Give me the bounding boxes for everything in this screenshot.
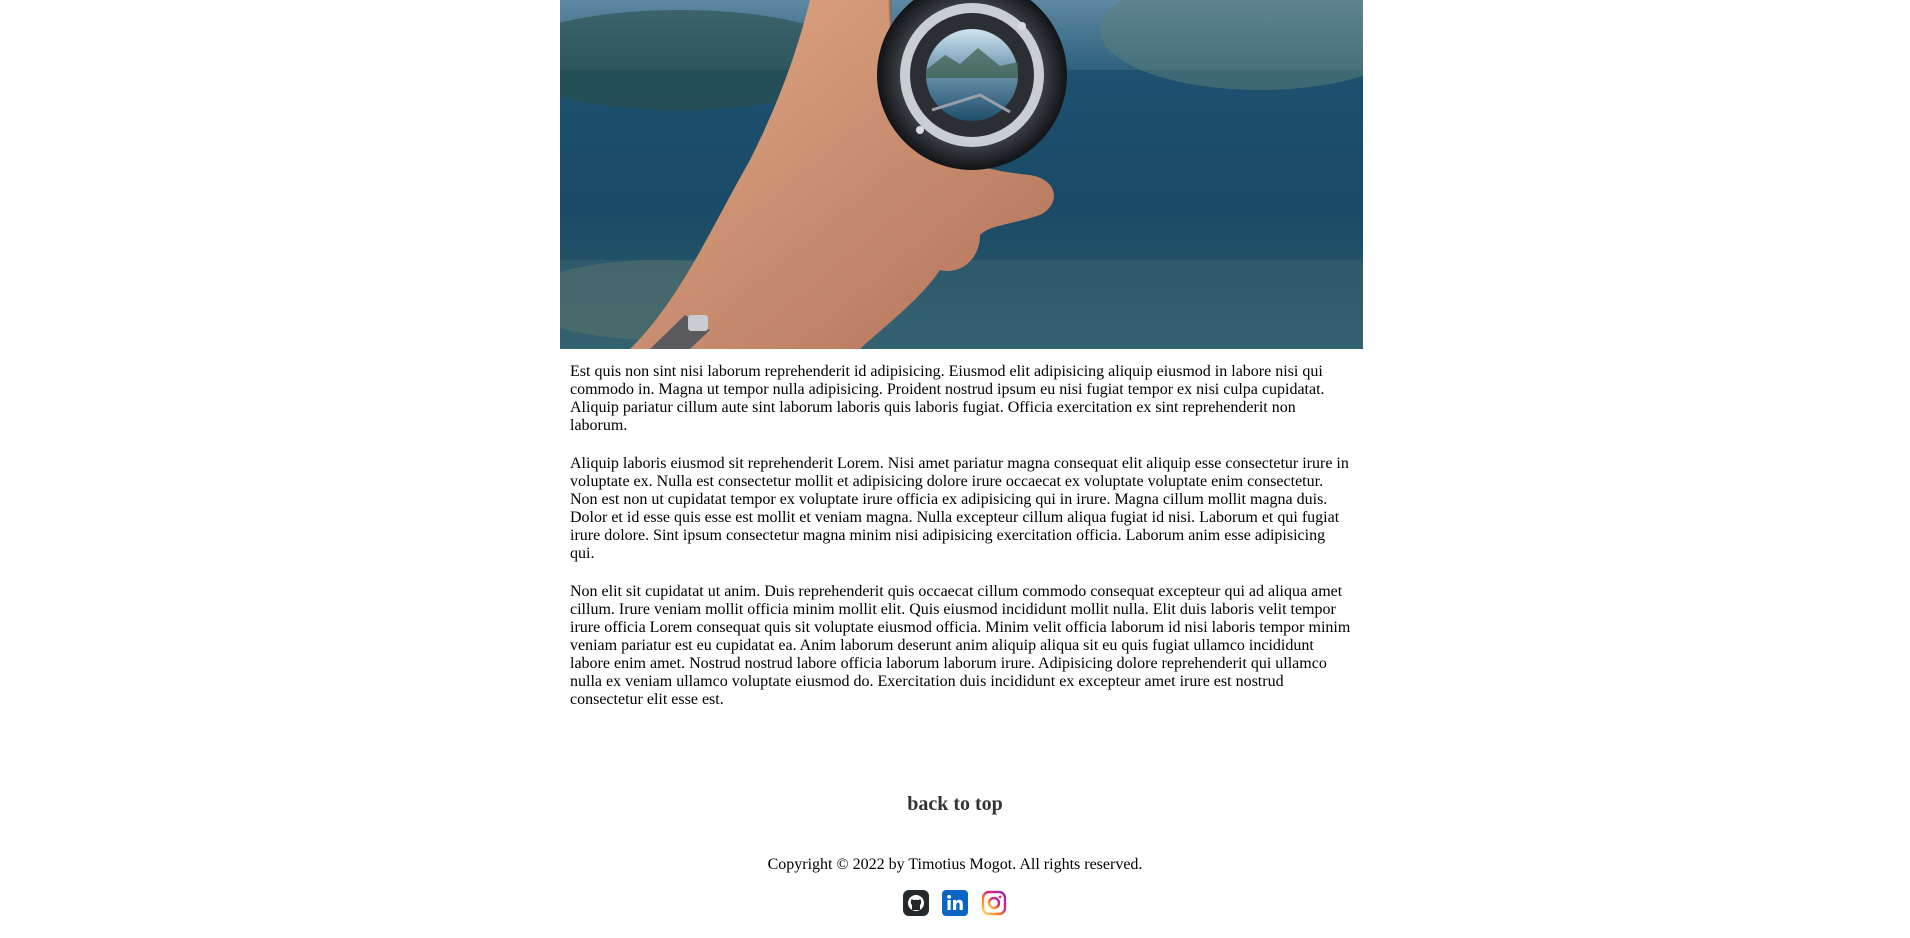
linkedin-icon [942, 890, 968, 916]
hero-image [560, 0, 1363, 349]
copyright-text: Copyright © 2022 by Timotius Mogot. All … [767, 856, 1143, 873]
github-icon [903, 890, 929, 916]
social-links [0, 890, 1910, 916]
paragraph: Non elit sit cupidatat ut anim. Duis rep… [570, 583, 1351, 708]
back-to-top: back to top [0, 793, 1910, 816]
paragraph: Aliquip laboris eiusmod sit reprehenderi… [570, 455, 1349, 562]
hero-photo [560, 0, 1363, 349]
article-body: Est quis non sint nisi laborum reprehend… [560, 349, 1363, 709]
github-link[interactable] [903, 890, 929, 916]
instagram-link[interactable] [981, 890, 1007, 916]
linkedin-link[interactable] [942, 890, 968, 916]
paragraph: Est quis non sint nisi laborum reprehend… [570, 363, 1325, 434]
article: Est quis non sint nisi laborum reprehend… [560, 0, 1363, 729]
back-to-top-link[interactable]: back to top [907, 793, 1003, 815]
instagram-icon [981, 890, 1007, 916]
